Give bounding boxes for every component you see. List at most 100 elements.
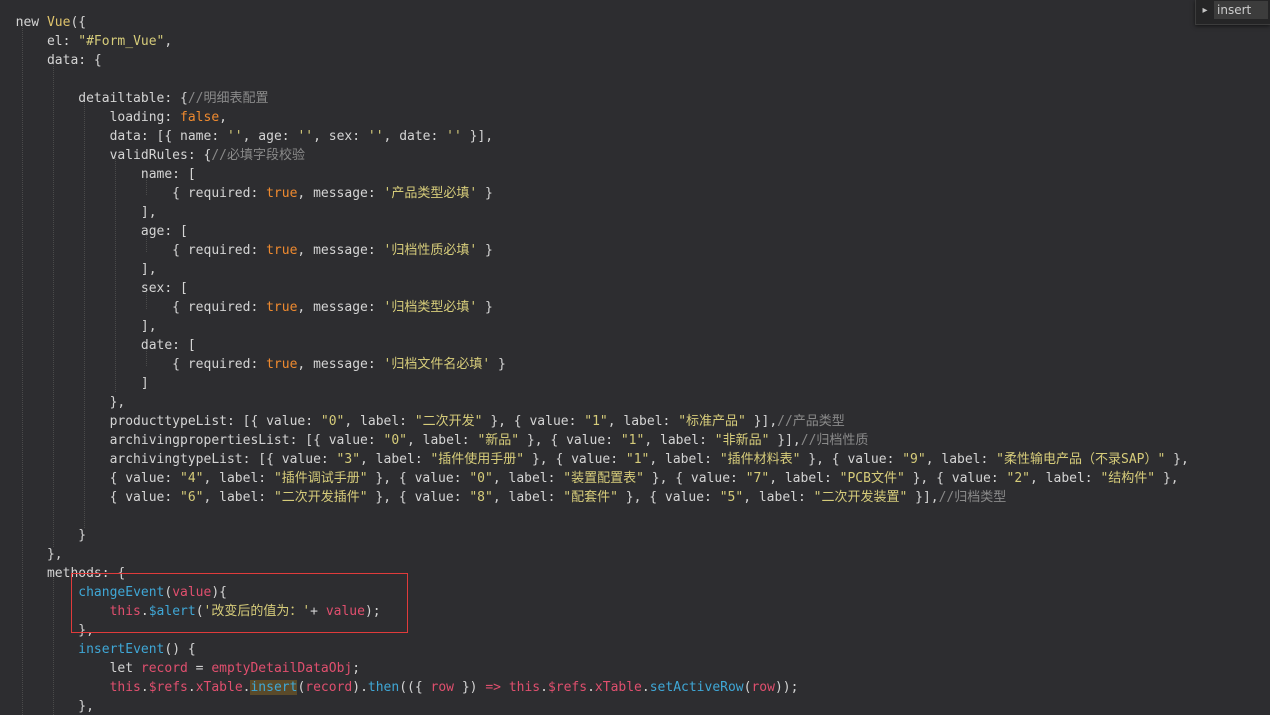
code-token: let — [0, 661, 141, 676]
code-line[interactable]: sex: [ — [0, 279, 188, 298]
code-line[interactable]: producttypeList: [{ value: "0", label: "… — [0, 412, 845, 431]
code-line[interactable]: let record = emptyDetailDataObj; — [0, 659, 361, 678]
code-line[interactable]: ], — [0, 317, 157, 336]
code-token: archivingpropertiesList: [{ value: — [0, 433, 384, 448]
code-line[interactable]: name: [ — [0, 165, 196, 184]
code-line[interactable]: { required: true, message: '产品类型必填' } — [0, 184, 493, 203]
code-token: "柔性输电产品（不录SAP）" — [996, 452, 1166, 467]
code-line[interactable]: date: [ — [0, 336, 196, 355]
code-editor[interactable]: new Vue({ el: "#Form_Vue", data: { detai… — [0, 0, 1270, 715]
code-token: , label: — [492, 471, 564, 486]
code-line[interactable]: { required: true, message: '归档性质必填' } — [0, 241, 493, 260]
code-token: "9" — [902, 452, 926, 467]
code-line[interactable]: }, — [0, 621, 94, 640]
code-token: "1" — [620, 433, 645, 448]
code-token: xTable — [594, 680, 642, 695]
code-line[interactable]: data: { — [0, 51, 102, 70]
code-line[interactable]: age: [ — [0, 222, 188, 241]
code-token: , label: — [360, 452, 431, 467]
code-line[interactable]: validRules: {//必填字段校验 — [0, 146, 305, 165]
code-line[interactable]: { required: true, message: '归档类型必填' } — [0, 298, 493, 317]
code-token: "0" — [320, 414, 345, 429]
code-line[interactable]: el: "#Form_Vue", — [0, 32, 172, 51]
code-token: }, { value: — [367, 490, 470, 505]
code-token: , label: — [644, 433, 715, 448]
code-token: )); — [774, 680, 799, 695]
code-token: '归档性质必填' — [383, 243, 478, 258]
code-token: . — [140, 604, 149, 619]
code-token: ). — [352, 680, 368, 695]
code-token: }, { value: — [482, 414, 585, 429]
code-line[interactable]: { value: "4", label: "插件调试手册" }, { value… — [0, 469, 1179, 488]
code-token: "插件使用手册" — [430, 452, 525, 467]
code-token: new — [0, 15, 47, 30]
code-line[interactable]: }, — [0, 545, 63, 564]
code-line[interactable]: data: [{ name: '', age: '', sex: '', dat… — [0, 127, 494, 146]
code-line[interactable]: { value: "6", label: "二次开发插件" }, { value… — [0, 488, 1007, 507]
code-token: }, { value: — [524, 452, 626, 467]
code-token: record — [140, 661, 188, 676]
code-token: , message: — [297, 357, 384, 372]
code-token: this — [508, 680, 541, 695]
code-token: "PCB文件" — [839, 471, 905, 486]
code-token: producttypeList: [{ value: — [0, 414, 321, 429]
code-token: ({ — [70, 15, 87, 30]
code-token: "新品" — [477, 433, 520, 448]
code-token: { value: — [0, 490, 181, 505]
code-token: true — [266, 186, 298, 201]
code-line[interactable]: insertEvent() { — [0, 640, 195, 659]
code-token: "二次开发插件" — [273, 490, 368, 505]
code-token: , message: — [297, 300, 384, 315]
code-line[interactable]: changeEvent(value){ — [0, 583, 227, 602]
code-token: { required: — [0, 243, 267, 258]
code-token: "插件调试手册" — [273, 471, 368, 486]
code-line[interactable]: this.$refs.xTable.insert(record).then(({… — [0, 678, 798, 697]
code-line[interactable]: ] — [0, 374, 149, 393]
code-token: value — [325, 604, 365, 619]
code-token: '归档文件名必填' — [383, 357, 491, 372]
code-token: ); — [364, 604, 381, 619]
code-line[interactable]: ], — [0, 260, 157, 279]
code-token: }, { value: — [367, 471, 470, 486]
code-token: }, { value: — [643, 471, 746, 486]
code-line[interactable] — [0, 0, 31, 13]
code-token: "二次开发装置" — [813, 490, 908, 505]
code-token: } — [477, 243, 493, 258]
code-token: . — [641, 680, 650, 695]
code-token: { value: — [0, 471, 181, 486]
code-token: }], — [461, 129, 494, 144]
code-token: loading: — [0, 110, 181, 125]
code-token: , label: — [1030, 471, 1101, 486]
code-token: setActiveRow — [649, 680, 744, 695]
code-token: $refs — [547, 680, 588, 695]
code-line[interactable]: ], — [0, 203, 157, 222]
code-token: }, — [0, 547, 63, 562]
code-token: insertEvent — [78, 642, 165, 657]
code-token: "3" — [336, 452, 361, 467]
code-token: ( — [195, 604, 204, 619]
code-token: }, { value: — [519, 433, 621, 448]
code-token: (({ — [399, 680, 431, 695]
chevron-right-icon[interactable]: ▸ — [1198, 2, 1212, 20]
code-line[interactable]: methods: { — [0, 564, 125, 583]
code-line[interactable]: this.$alert('改变后的值为：'+ value); — [0, 602, 381, 621]
code-token: "8" — [469, 490, 493, 505]
code-line[interactable]: { required: true, message: '归档文件名必填' } — [0, 355, 506, 374]
code-line[interactable]: detailtable: {//明细表配置 — [0, 89, 268, 108]
code-token: }) — [454, 680, 486, 695]
code-line[interactable]: } — [0, 526, 86, 545]
code-line[interactable]: archivingtypeList: [{ value: "3", label:… — [0, 450, 1189, 469]
code-line[interactable]: new Vue({ — [0, 13, 86, 32]
code-line[interactable]: loading: false, — [0, 108, 227, 127]
code-line[interactable]: }, — [0, 697, 94, 715]
code-token: } — [490, 357, 506, 372]
code-token: archivingtypeList: [{ value: — [0, 452, 337, 467]
code-token: //必填字段校验 — [211, 148, 305, 163]
code-token: }, { value: — [800, 452, 903, 467]
code-token: , label: — [607, 414, 679, 429]
find-input[interactable] — [1214, 1, 1268, 19]
code-line[interactable]: }, — [0, 393, 126, 412]
code-line[interactable]: archivingpropertiesList: [{ value: "0", … — [0, 431, 869, 450]
